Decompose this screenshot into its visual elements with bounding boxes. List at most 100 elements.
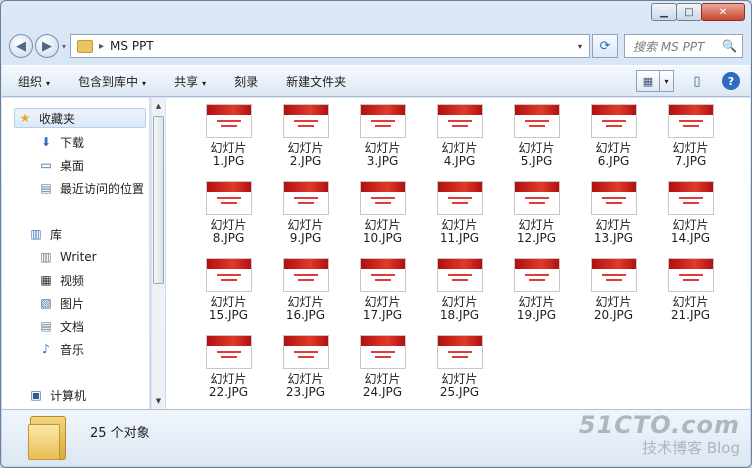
nav-favorites[interactable]: ★ 收藏夹 <box>14 108 146 128</box>
refresh-icon: ⟳ <box>599 38 611 54</box>
nav-desktop-label: 桌面 <box>60 158 85 173</box>
file-item[interactable]: 幻灯片 15.JPG <box>190 258 267 332</box>
download-folder-icon: ⬇ <box>40 135 52 149</box>
scroll-down-icon[interactable]: ▼ <box>152 393 165 409</box>
desktop-icon: ▭ <box>40 158 52 172</box>
slide-thumbnail-icon <box>436 335 483 369</box>
address-dropdown-icon[interactable]: ▾ <box>571 42 589 51</box>
chevron-down-icon: ▾ <box>142 78 147 88</box>
address-bar[interactable]: ▸ MS PPT ▾ <box>70 34 591 58</box>
nav-recent-places[interactable]: ▤ 最近访问的位置 <box>38 178 144 198</box>
file-item[interactable]: 幻灯片 23.JPG <box>267 335 344 409</box>
file-item[interactable]: 幻灯片 11.JPG <box>421 181 498 255</box>
file-name-line2: 18.JPG <box>439 308 480 322</box>
help-button[interactable]: ? <box>722 72 740 90</box>
nav-documents[interactable]: ▤ 文档 <box>38 316 84 336</box>
maximize-button[interactable]: □ <box>676 3 702 21</box>
file-name-line2: 9.JPG <box>289 231 322 245</box>
file-item[interactable]: 幻灯片 9.JPG <box>267 181 344 255</box>
nav-music-label: 音乐 <box>60 342 85 357</box>
nav-documents-label: 文档 <box>60 319 85 334</box>
share-menu[interactable]: 共享 ▾ <box>174 73 206 90</box>
slide-thumbnail-icon <box>667 104 714 138</box>
file-item[interactable]: 幻灯片 20.JPG <box>575 258 652 332</box>
nav-libraries[interactable]: ▥ 库 <box>28 224 62 244</box>
file-name-line2: 24.JPG <box>362 385 403 399</box>
file-name: 幻灯片 20.JPG <box>594 296 633 322</box>
file-name: 幻灯片 17.JPG <box>363 296 402 322</box>
pictures-icon: ▧ <box>40 296 52 310</box>
file-name: 幻灯片 22.JPG <box>209 373 248 399</box>
nav-desktop[interactable]: ▭ 桌面 <box>38 155 84 175</box>
file-item[interactable]: 幻灯片 2.JPG <box>267 104 344 178</box>
scroll-up-icon[interactable]: ▲ <box>152 98 165 114</box>
file-item[interactable]: 幻灯片 8.JPG <box>190 181 267 255</box>
file-item[interactable]: 幻灯片 12.JPG <box>498 181 575 255</box>
file-name: 幻灯片 16.JPG <box>286 296 325 322</box>
nav-music[interactable]: ♪ 音乐 <box>38 339 84 359</box>
search-icon[interactable]: 🔍 <box>722 39 742 53</box>
view-icon: ▦ <box>642 74 654 88</box>
nav-downloads[interactable]: ⬇ 下载 <box>38 132 84 152</box>
slide-thumbnail-icon <box>359 335 406 369</box>
file-item[interactable]: 幻灯片 5.JPG <box>498 104 575 178</box>
organize-menu[interactable]: 组织 ▾ <box>18 73 50 90</box>
slide-thumbnail-icon <box>282 335 329 369</box>
back-button[interactable]: ◀ <box>9 34 33 58</box>
watermark: 51CTO.com 技术博客 Blog <box>579 411 740 458</box>
nav-videos[interactable]: ▦ 视频 <box>38 270 84 290</box>
preview-pane-button[interactable]: ▯ <box>686 70 708 92</box>
file-item[interactable]: 幻灯片 16.JPG <box>267 258 344 332</box>
file-item[interactable]: 幻灯片 21.JPG <box>652 258 729 332</box>
file-name: 幻灯片 7.JPG <box>672 142 708 168</box>
file-item[interactable]: 幻灯片 13.JPG <box>575 181 652 255</box>
file-item[interactable]: 幻灯片 22.JPG <box>190 335 267 409</box>
file-item[interactable]: 幻灯片 3.JPG <box>344 104 421 178</box>
chevron-down-icon: ▾ <box>202 78 207 88</box>
scrollbar-thumb[interactable] <box>153 116 164 284</box>
close-button[interactable]: ✕ <box>701 3 745 21</box>
breadcrumb-path[interactable]: MS PPT <box>110 39 571 53</box>
file-item[interactable]: 幻灯片 1.JPG <box>190 104 267 178</box>
refresh-button[interactable]: ⟳ <box>592 34 619 58</box>
file-name-line2: 5.JPG <box>520 154 553 168</box>
recent-pages-dropdown[interactable]: ▾ <box>62 42 66 51</box>
nav-computer[interactable]: ▣ 计算机 <box>28 385 86 405</box>
file-item[interactable]: 幻灯片 6.JPG <box>575 104 652 178</box>
chevron-down-icon: ▾ <box>46 78 51 88</box>
nav-pictures[interactable]: ▧ 图片 <box>38 293 84 313</box>
file-name-line2: 19.JPG <box>516 308 557 322</box>
breadcrumb-separator-icon[interactable]: ▸ <box>99 41 104 52</box>
minimize-button[interactable]: ▁ <box>651 3 677 21</box>
forward-button[interactable]: ▶ <box>35 34 59 58</box>
folder-icon <box>77 39 94 53</box>
change-view-button[interactable]: ▦ <box>636 70 660 92</box>
file-item[interactable]: 幻灯片 25.JPG <box>421 335 498 409</box>
file-name: 幻灯片 9.JPG <box>287 219 323 245</box>
file-item[interactable]: 幻灯片 10.JPG <box>344 181 421 255</box>
file-name-line2: 3.JPG <box>366 154 399 168</box>
navigation-scrollbar[interactable]: ▲ ▼ <box>151 98 165 409</box>
organize-label: 组织 <box>18 74 43 89</box>
file-item[interactable]: 幻灯片 17.JPG <box>344 258 421 332</box>
file-item[interactable]: 幻灯片 24.JPG <box>344 335 421 409</box>
share-label: 共享 <box>174 74 199 89</box>
include-in-library-menu[interactable]: 包含到库中 ▾ <box>78 73 146 90</box>
search-input[interactable]: 搜索 MS PPT 🔍 <box>624 34 743 58</box>
file-name-line2: 25.JPG <box>439 385 480 399</box>
video-icon: ▦ <box>40 273 52 287</box>
file-name-line2: 23.JPG <box>285 385 326 399</box>
back-arrow-icon: ◀ <box>16 38 26 54</box>
file-item[interactable]: 幻灯片 14.JPG <box>652 181 729 255</box>
folder-icon <box>28 416 68 460</box>
view-options-dropdown[interactable]: ▾ <box>660 70 674 92</box>
slide-thumbnail-icon <box>513 104 560 138</box>
nav-writer[interactable]: ▥ Writer <box>38 247 96 267</box>
file-item[interactable]: 幻灯片 19.JPG <box>498 258 575 332</box>
new-folder-button[interactable]: 新建文件夹 <box>286 73 346 90</box>
file-item[interactable]: 幻灯片 7.JPG <box>652 104 729 178</box>
details-pane: 25 个对象 51CTO.com 技术博客 Blog <box>2 409 750 466</box>
burn-button[interactable]: 刻录 <box>234 73 258 90</box>
file-item[interactable]: 幻灯片 18.JPG <box>421 258 498 332</box>
file-item[interactable]: 幻灯片 4.JPG <box>421 104 498 178</box>
